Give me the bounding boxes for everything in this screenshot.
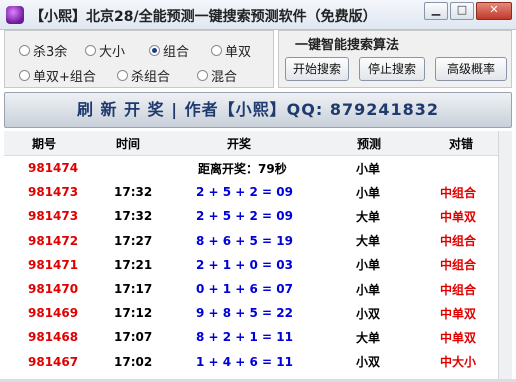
radio-dot (19, 70, 30, 81)
table-row[interactable]: 981474 距离开奖：79秒 小单 (4, 156, 498, 180)
search-group-title: 一键智能搜索算法 (295, 38, 400, 53)
radio-big-small[interactable]: 大小 (85, 41, 125, 60)
radio-dot-checked (149, 45, 160, 56)
predict-cell: 小单 (356, 161, 381, 176)
result-cell: 8 + 2 + 1 = 11 (196, 330, 293, 345)
minimize-button[interactable]: ▁ (424, 2, 448, 20)
radio-label: 单双+组合 (33, 70, 96, 85)
search-panel: 一键智能搜索算法 开始搜索 停止搜索 高级概率 (278, 30, 512, 88)
predict-cell: 小单 (356, 185, 381, 200)
maximize-button[interactable]: □ (450, 2, 474, 20)
period-cell: 981467 (28, 354, 79, 369)
table-row[interactable]: 981469 17:12 9 + 8 + 5 = 22 小双 中单双 (4, 301, 498, 325)
header-period: 期号 (31, 136, 56, 151)
time-cell: 17:21 (114, 257, 153, 272)
time-cell: 17:07 (114, 330, 153, 345)
predict-cell: 小单 (356, 258, 381, 273)
predict-cell: 大单 (356, 209, 381, 224)
result-cell: 0 + 1 + 6 = 07 (196, 282, 293, 297)
table-row[interactable]: 981472 17:27 8 + 6 + 5 = 19 大单 中组合 (4, 229, 498, 253)
period-cell: 981473 (28, 209, 79, 224)
radio-label: 杀3余 (33, 45, 68, 60)
table-row[interactable]: 981470 17:17 0 + 1 + 6 = 07 小单 中组合 (4, 277, 498, 301)
app-icon (6, 6, 24, 24)
table-row[interactable]: 981467 17:02 1 + 4 + 6 = 11 小双 中大小 (4, 350, 498, 374)
period-cell: 981472 (28, 233, 79, 248)
predict-cell: 大单 (356, 234, 381, 249)
radio-odd-even[interactable]: 单双 (211, 41, 251, 60)
time-cell: 17:17 (114, 282, 153, 297)
radio-label: 大小 (99, 45, 126, 60)
radio-odd-even-combination[interactable]: 单双+组合 (19, 66, 96, 85)
header-result: 开奖 (226, 136, 251, 151)
time-cell: 17:02 (114, 354, 153, 369)
period-cell: 981470 (28, 282, 79, 297)
start-search-button[interactable]: 开始搜索 (285, 57, 349, 81)
predict-cell: 大单 (356, 330, 381, 345)
radio-label: 杀组合 (131, 70, 171, 85)
result-cell: 2 + 5 + 2 = 09 (196, 185, 293, 200)
period-cell: 981468 (28, 330, 79, 345)
time-cell: 17:12 (114, 306, 153, 321)
table-row[interactable]: 981468 17:07 8 + 2 + 1 = 11 大单 中单双 (4, 325, 498, 349)
close-button[interactable]: ✕ (476, 2, 512, 20)
time-cell: 17:32 (114, 209, 153, 224)
predict-cell: 小双 (356, 306, 381, 321)
radio-combination[interactable]: 组合 (149, 41, 189, 60)
radio-dot (211, 45, 222, 56)
results-table: 期号 时间 开奖 预测 对错 981474 距离开奖：79秒 小单 981473… (4, 131, 498, 374)
countdown-cell: 距离开奖：79秒 (198, 161, 287, 176)
window-title: 【小熙】北京28/全能预测一键搜索预测软件（免费版） (30, 9, 377, 25)
radio-dot (19, 45, 30, 56)
result-cell: 2 + 1 + 0 = 03 (196, 257, 293, 272)
verdict-cell: 中组合 (440, 282, 477, 297)
radio-label: 混合 (211, 70, 238, 85)
period-cell: 981471 (28, 257, 79, 272)
options-panel: 杀3余 大小 组合 单双 单双+组合 杀组合 混合 (4, 30, 274, 88)
verdict-cell: 中大小 (440, 355, 477, 370)
verdict-cell: 中单双 (440, 330, 477, 345)
radio-dot (197, 70, 208, 81)
header-predict: 预测 (356, 136, 381, 151)
period-cell: 981473 (28, 185, 79, 200)
period-cell: 981474 (28, 161, 79, 176)
time-cell: 17:27 (114, 233, 153, 248)
radio-kill-3-remainder[interactable]: 杀3余 (19, 41, 67, 60)
radio-dot (85, 45, 96, 56)
table-header: 期号 时间 开奖 预测 对错 (4, 131, 498, 156)
verdict-cell: 中组合 (440, 258, 477, 273)
result-cell: 1 + 4 + 6 = 11 (196, 354, 293, 369)
table-row[interactable]: 981473 17:32 2 + 5 + 2 = 09 小单 中组合 (4, 180, 498, 204)
result-cell: 8 + 6 + 5 = 19 (196, 233, 293, 248)
predict-cell: 小双 (356, 355, 381, 370)
vertical-scrollbar[interactable] (498, 131, 512, 379)
title-bar: 【小熙】北京28/全能预测一键搜索预测软件（免费版） ▁ □ ✕ (0, 0, 516, 30)
result-cell: 2 + 5 + 2 = 09 (196, 209, 293, 224)
radio-label: 组合 (163, 45, 190, 60)
table-row[interactable]: 981471 17:21 2 + 1 + 0 = 03 小单 中组合 (4, 253, 498, 277)
verdict-cell: 中组合 (440, 234, 477, 249)
radio-kill-combination[interactable]: 杀组合 (117, 66, 170, 85)
verdict-cell: 中单双 (440, 209, 477, 224)
table-row[interactable]: 981473 17:32 2 + 5 + 2 = 09 大单 中单双 (4, 204, 498, 228)
result-cell: 9 + 8 + 5 = 22 (196, 306, 293, 321)
verdict-cell: 中组合 (440, 185, 477, 200)
radio-label: 单双 (225, 45, 252, 60)
stop-search-button[interactable]: 停止搜索 (359, 57, 425, 81)
period-cell: 981469 (28, 306, 79, 321)
predict-cell: 小单 (356, 282, 381, 297)
verdict-cell: 中单双 (440, 306, 477, 321)
time-cell: 17:32 (114, 185, 153, 200)
advanced-probability-button[interactable]: 高级概率 (435, 57, 507, 81)
radio-mixed[interactable]: 混合 (197, 66, 237, 85)
header-verdict: 对错 (448, 136, 473, 151)
refresh-banner[interactable]: 刷 新 开 奖 | 作者【小熙】QQ: 879241832 (4, 92, 512, 128)
radio-dot (117, 70, 128, 81)
header-time: 时间 (115, 136, 140, 151)
